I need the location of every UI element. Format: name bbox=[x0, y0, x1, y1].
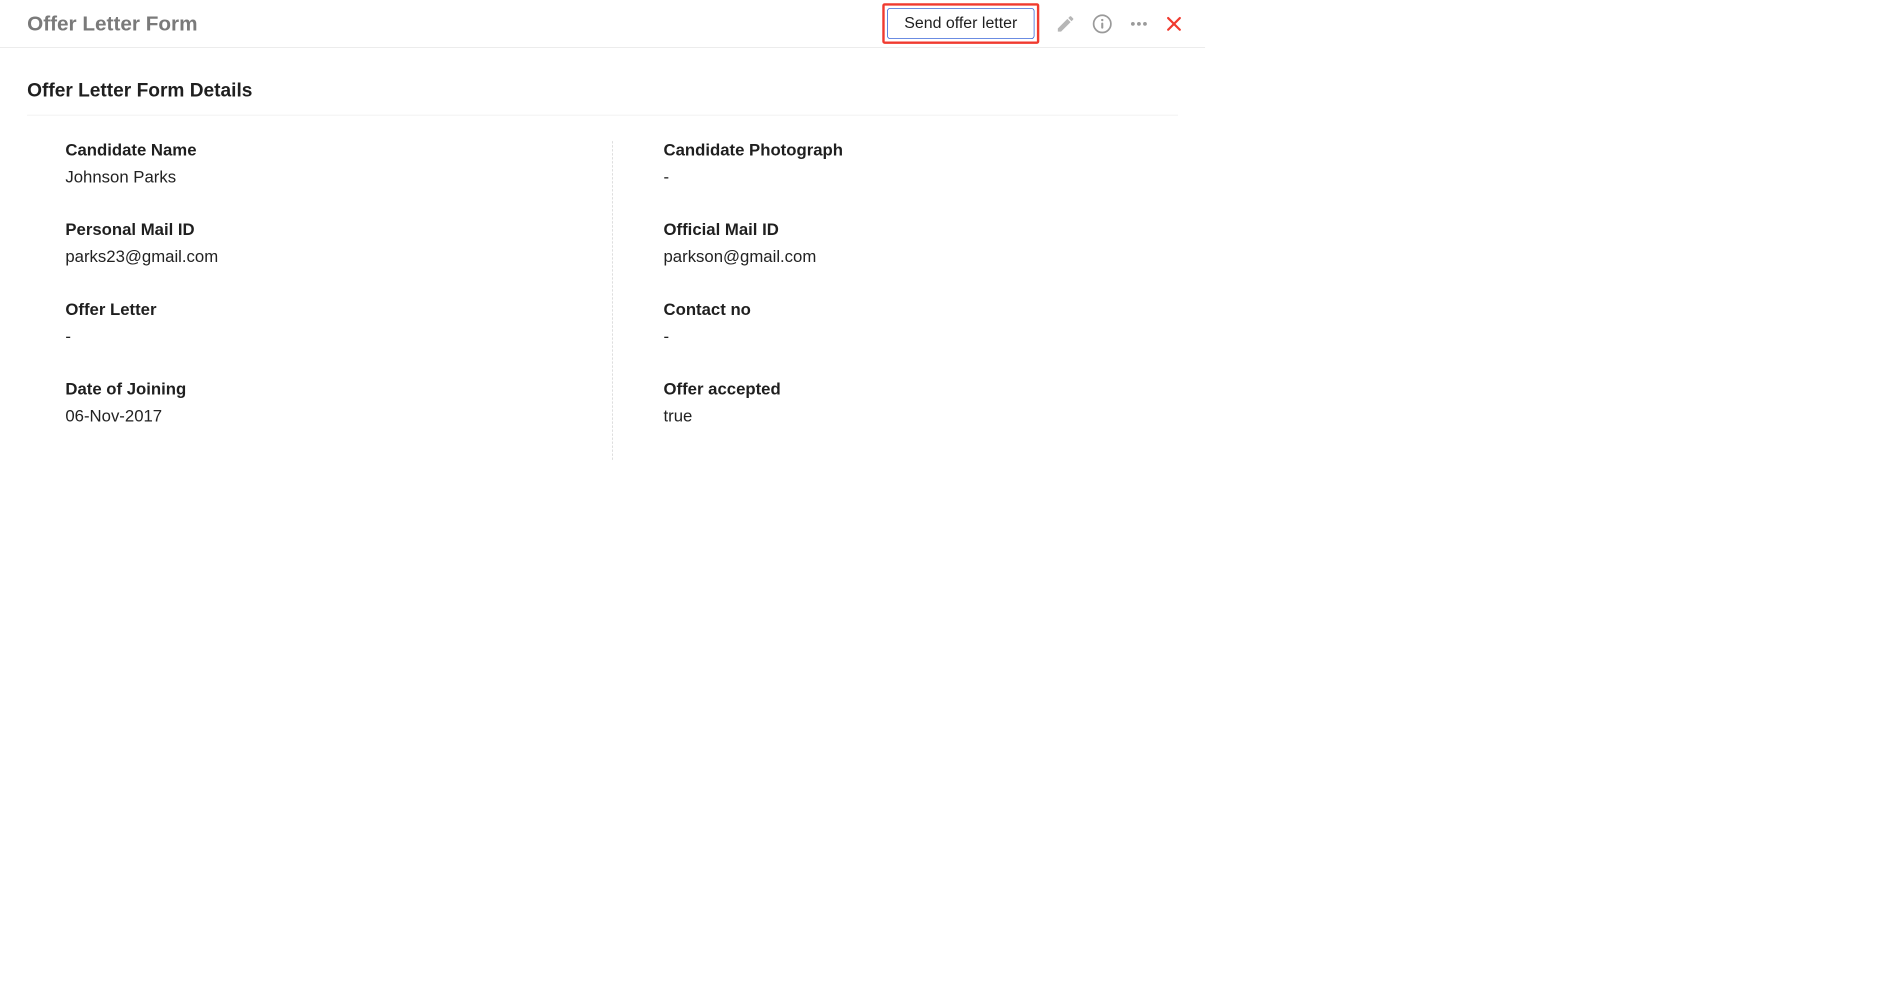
field-label: Contact no bbox=[664, 300, 1178, 319]
page-header: Offer Letter Form Send offer letter bbox=[0, 0, 1205, 48]
section-title: Offer Letter Form Details bbox=[27, 80, 1178, 116]
field-label: Candidate Name bbox=[65, 141, 579, 160]
more-icon[interactable] bbox=[1129, 13, 1150, 34]
field-label: Candidate Photograph bbox=[664, 141, 1178, 160]
field-label: Offer Letter bbox=[65, 300, 579, 319]
field-date-of-joining: Date of Joining 06-Nov-2017 bbox=[65, 380, 579, 426]
page-title: Offer Letter Form bbox=[27, 11, 197, 36]
edit-icon[interactable] bbox=[1055, 13, 1076, 34]
send-offer-letter-button[interactable]: Send offer letter bbox=[887, 8, 1034, 39]
field-official-mail-id: Official Mail ID parkson@gmail.com bbox=[664, 221, 1178, 267]
send-offer-letter-label: Send offer letter bbox=[904, 14, 1017, 32]
details-column-left: Candidate Name Johnson Parks Personal Ma… bbox=[65, 141, 612, 460]
field-offer-accepted: Offer accepted true bbox=[664, 380, 1178, 426]
field-value: - bbox=[664, 328, 1178, 347]
field-candidate-photograph: Candidate Photograph - bbox=[664, 141, 1178, 187]
field-offer-letter: Offer Letter - bbox=[65, 300, 579, 346]
field-value: true bbox=[664, 407, 1178, 426]
send-offer-highlight: Send offer letter bbox=[882, 3, 1039, 44]
field-label: Offer accepted bbox=[664, 380, 1178, 399]
field-candidate-name: Candidate Name Johnson Parks bbox=[65, 141, 579, 187]
field-value: - bbox=[664, 168, 1178, 187]
field-label: Official Mail ID bbox=[664, 221, 1178, 240]
info-icon[interactable] bbox=[1092, 13, 1113, 34]
field-value: 06-Nov-2017 bbox=[65, 407, 579, 426]
field-label: Personal Mail ID bbox=[65, 221, 579, 240]
field-value: Johnson Parks bbox=[65, 168, 579, 187]
content-area: Offer Letter Form Details Candidate Name… bbox=[0, 48, 1205, 492]
field-contact-no: Contact no - bbox=[664, 300, 1178, 346]
field-label: Date of Joining bbox=[65, 380, 579, 399]
field-value: parks23@gmail.com bbox=[65, 248, 579, 267]
field-value: - bbox=[65, 328, 579, 347]
field-value: parkson@gmail.com bbox=[664, 248, 1178, 267]
header-actions: Send offer letter bbox=[882, 3, 1182, 44]
field-personal-mail-id: Personal Mail ID parks23@gmail.com bbox=[65, 221, 579, 267]
details-grid: Candidate Name Johnson Parks Personal Ma… bbox=[27, 141, 1178, 460]
close-icon[interactable] bbox=[1165, 15, 1183, 33]
details-column-right: Candidate Photograph - Official Mail ID … bbox=[612, 141, 1177, 460]
